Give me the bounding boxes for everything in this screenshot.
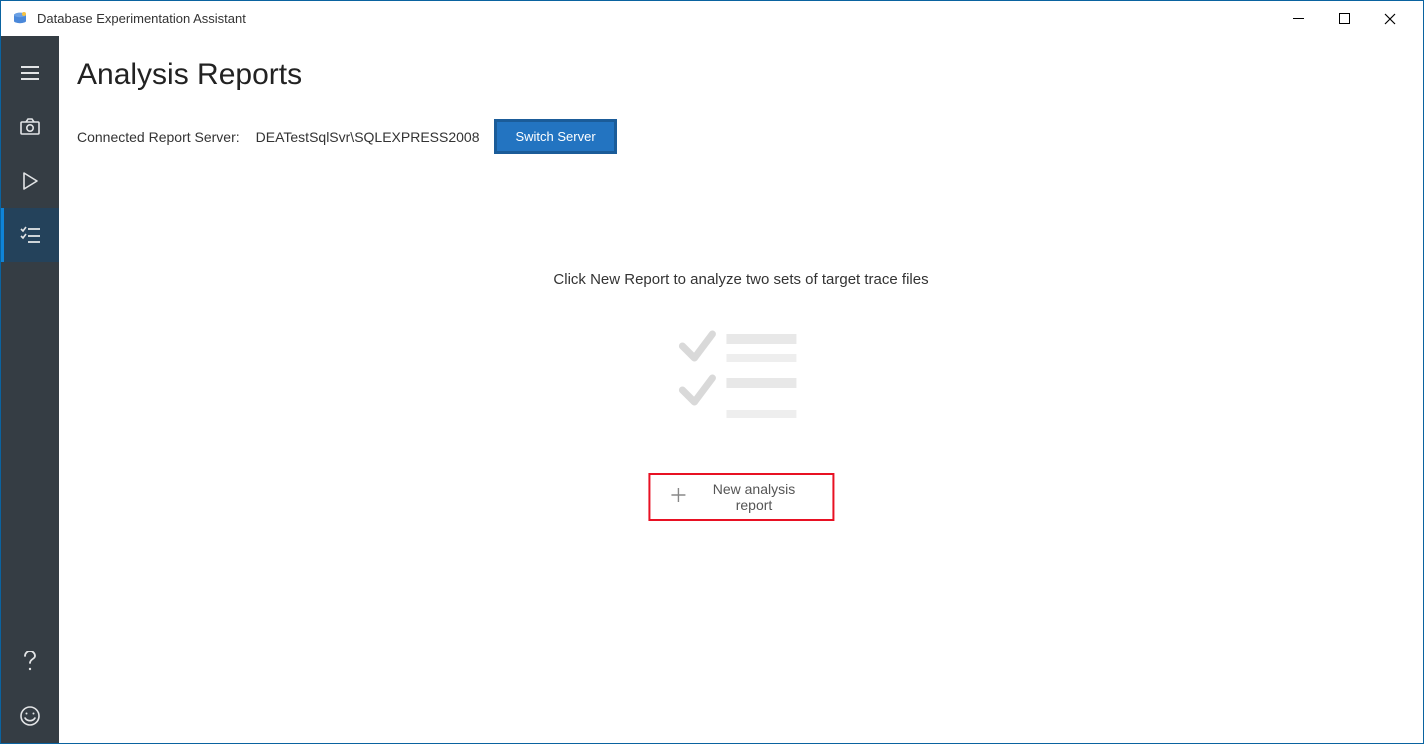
- sidebar-item-analysis-reports[interactable]: [1, 208, 59, 262]
- checklist-illustration: [676, 328, 806, 433]
- page-title: Analysis Reports: [77, 58, 1405, 92]
- close-button[interactable]: [1367, 4, 1413, 34]
- main-content: Analysis Reports Connected Report Server…: [59, 36, 1423, 743]
- hamburger-icon: [19, 62, 41, 84]
- maximize-button[interactable]: [1321, 4, 1367, 34]
- camera-icon: [19, 116, 41, 138]
- window-controls: [1275, 4, 1413, 34]
- app-icon: [11, 10, 29, 28]
- sidebar-item-help[interactable]: [1, 635, 59, 689]
- connected-server-row: Connected Report Server: DEATestSqlSvr\S…: [77, 120, 1405, 153]
- sidebar-item-replay[interactable]: [1, 154, 59, 208]
- maximize-icon: [1339, 13, 1350, 24]
- sidebar-item-feedback[interactable]: [1, 689, 59, 743]
- help-icon: [21, 651, 39, 673]
- empty-state: Click New Report to analyze two sets of …: [553, 271, 928, 521]
- switch-server-button[interactable]: Switch Server: [495, 120, 615, 153]
- minimize-icon: [1293, 13, 1304, 24]
- empty-state-hint: Click New Report to analyze two sets of …: [553, 271, 928, 288]
- smile-icon: [19, 705, 41, 727]
- window-title: Database Experimentation Assistant: [37, 11, 1275, 26]
- checklist-icon: [19, 225, 41, 245]
- plus-icon: [670, 487, 686, 508]
- connected-server-value: DEATestSqlSvr\SQLEXPRESS2008: [256, 129, 480, 145]
- new-analysis-report-button[interactable]: New analysis report: [648, 473, 834, 521]
- new-analysis-report-label: New analysis report: [696, 481, 812, 513]
- close-icon: [1384, 13, 1396, 25]
- play-icon: [21, 171, 39, 191]
- connected-server-label: Connected Report Server:: [77, 129, 240, 145]
- sidebar-item-menu[interactable]: [1, 46, 59, 100]
- sidebar: [1, 36, 59, 743]
- window-titlebar: Database Experimentation Assistant: [1, 1, 1423, 36]
- minimize-button[interactable]: [1275, 4, 1321, 34]
- sidebar-item-capture[interactable]: [1, 100, 59, 154]
